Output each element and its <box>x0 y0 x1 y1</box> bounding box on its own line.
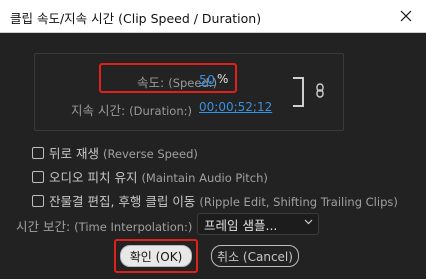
chevron-down-icon <box>304 219 313 225</box>
reverse-speed-checkbox[interactable] <box>32 146 44 159</box>
maintain-audio-pitch-label-ko: 오디오 피치 유지 <box>49 170 138 185</box>
ripple-edit-label-ko: 잔물결 편집, 후행 클립 이동 <box>49 194 196 209</box>
reverse-speed-label-en: (Reverse Speed) <box>102 147 198 161</box>
time-interpolation-select[interactable]: 프레임 샘플... <box>197 213 319 235</box>
time-interpolation-value: 프레임 샘플... <box>204 217 278 233</box>
title-bar: 클립 속도/지속 시간 (Clip Speed / Duration) <box>0 0 426 33</box>
time-interpolation-label-ko: 시간 보간: <box>16 219 71 234</box>
close-icon <box>400 10 412 22</box>
ok-button[interactable]: 확인 (OK) <box>120 245 192 267</box>
time-interpolation-label: 시간 보간: (Time Interpolation:) <box>16 216 192 235</box>
close-button[interactable] <box>386 0 426 32</box>
duration-value[interactable]: 00;00;52;12 <box>199 100 272 114</box>
reverse-speed-label-ko: 뒤로 재생 <box>49 146 99 161</box>
speed-value[interactable]: 50 <box>199 72 215 87</box>
window-title: 클립 속도/지속 시간 (Clip Speed / Duration) <box>10 11 262 26</box>
duration-label-ko: 지속 시간: <box>71 103 126 118</box>
time-interpolation-label-en: (Time Interpolation:) <box>74 220 193 234</box>
cancel-button[interactable]: 취소 (Cancel) <box>211 245 299 267</box>
duration-label: 지속 시간: (Duration:) <box>71 100 192 119</box>
speed-unit: % <box>217 72 229 86</box>
maintain-audio-pitch-label-en: (Maintain Audio Pitch) <box>141 171 268 185</box>
maintain-audio-pitch-checkbox[interactable] <box>32 170 44 183</box>
ripple-edit-checkbox[interactable] <box>32 194 44 207</box>
speed-label-ko: 속도: <box>137 75 165 90</box>
link-icon[interactable] <box>316 83 324 101</box>
link-bracket <box>293 77 304 107</box>
maintain-audio-pitch-option[interactable]: 오디오 피치 유지 (Maintain Audio Pitch) <box>32 167 268 186</box>
duration-label-en: (Duration:) <box>129 104 192 118</box>
ripple-edit-label-en: (Ripple Edit, Shifting Trailing Clips) <box>199 195 398 209</box>
ripple-edit-option[interactable]: 잔물결 편집, 후행 클립 이동 (Ripple Edit, Shifting … <box>32 191 398 210</box>
reverse-speed-option[interactable]: 뒤로 재생 (Reverse Speed) <box>32 143 198 162</box>
